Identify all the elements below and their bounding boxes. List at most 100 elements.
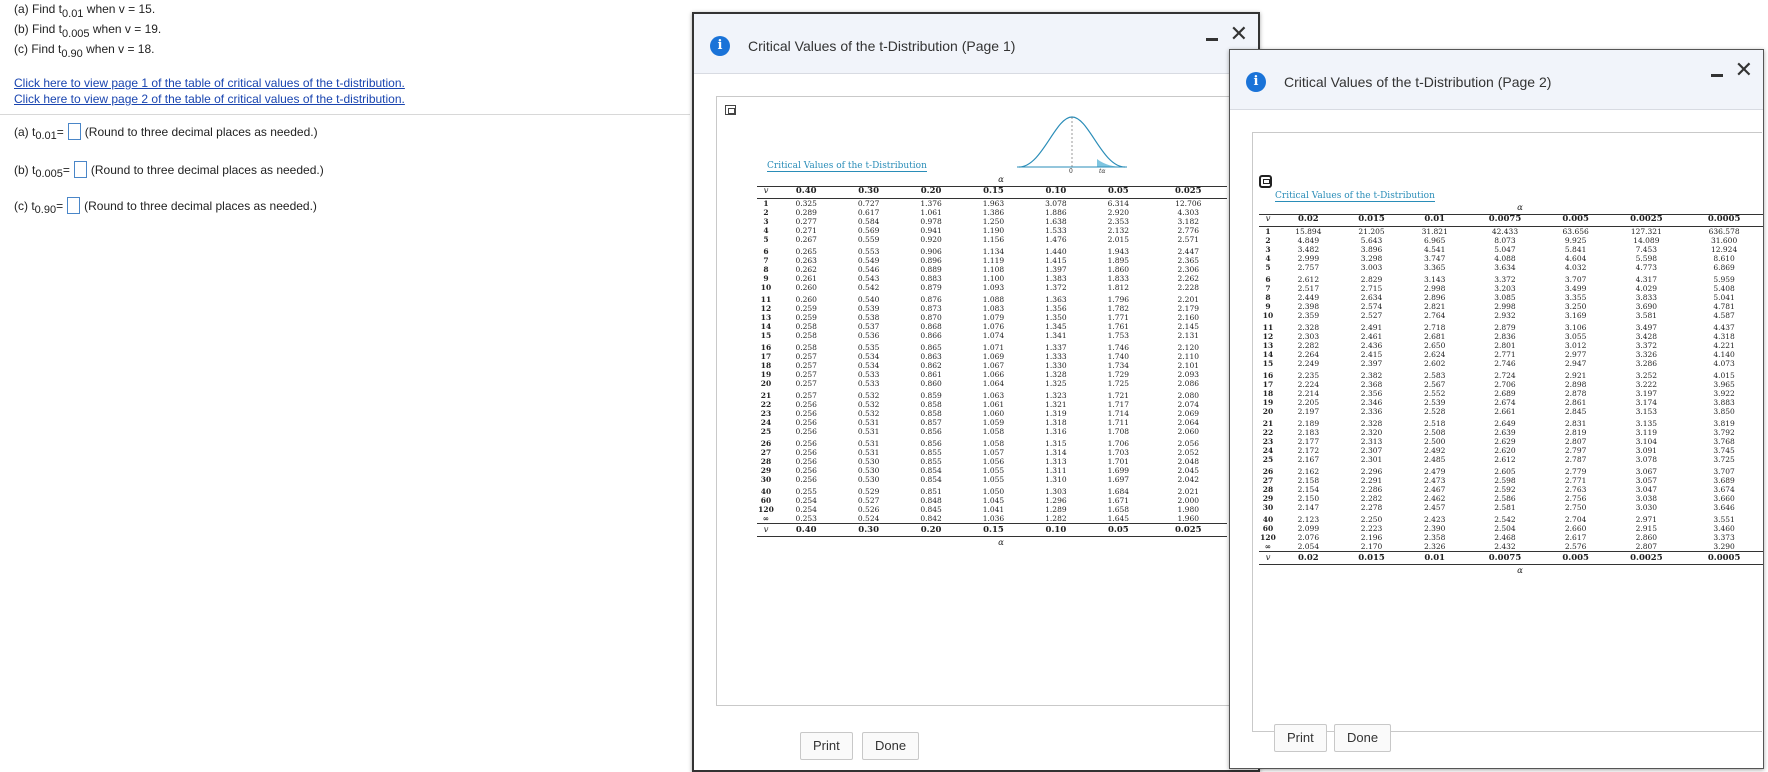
table-cell: 4 xyxy=(763,226,769,236)
table-cell: 0.569 xyxy=(857,226,880,236)
table-cell: 2.461 xyxy=(1360,331,1383,341)
table-cell: 18 xyxy=(1262,388,1274,398)
table-cell: 2.326 xyxy=(1423,542,1446,552)
answer-b-input[interactable] xyxy=(73,161,87,178)
table-row: 18 2.214 2.356 2.552 2.689 2.878 3.197 3.922 xyxy=(1259,389,1763,398)
table-cell: 2.921 xyxy=(1564,370,1587,380)
table-cell: 2.539 xyxy=(1423,398,1446,408)
table-cell: 2.998 xyxy=(1494,302,1516,312)
table-cell: 3.326 xyxy=(1635,350,1658,360)
table-cell: 3.290 xyxy=(1713,542,1735,552)
table-cell: 21 xyxy=(760,390,772,400)
table-cell: 0.876 xyxy=(920,294,942,304)
table-row: 3 3.482 3.896 4.541 5.047 5.841 7.453 12.924 xyxy=(1259,245,1763,254)
table-cell: 1.734 xyxy=(1107,360,1130,370)
table-row: 5 0.267 0.559 0.920 1.156 1.476 2.015 2.571 xyxy=(757,235,1227,244)
table-cell: 0.259 xyxy=(795,312,817,322)
table-row: 27 2.158 2.291 2.473 2.598 2.771 3.057 3.689 xyxy=(1259,476,1763,485)
table-cell: 0.263 xyxy=(795,255,817,265)
table-cell: 2.542 xyxy=(1494,514,1516,524)
table-row: 16 0.258 0.535 0.865 1.071 1.337 1.746 2.120 xyxy=(757,341,1227,352)
table-cell: 3.745 xyxy=(1713,446,1735,456)
table-cell: 0.920 xyxy=(920,235,942,245)
table-cell: 0.256 xyxy=(795,418,817,428)
table-cell: 2.776 xyxy=(1177,226,1199,236)
expand-icon[interactable] xyxy=(725,105,736,115)
table-cell: 2.634 xyxy=(1360,292,1383,302)
table-cell: 2.436 xyxy=(1360,340,1383,350)
table-cell: 0.553 xyxy=(857,246,880,256)
table-cell: 3.819 xyxy=(1713,418,1735,428)
table-row: 15 0.258 0.536 0.866 1.074 1.341 1.753 2.131 xyxy=(757,331,1227,340)
alpha-column-footer: 0.20 xyxy=(899,523,963,538)
alpha-column-footer: 0.10 xyxy=(1024,523,1088,538)
table-cell: 2.123 xyxy=(1297,514,1320,524)
print-button[interactable]: Print xyxy=(800,732,853,760)
table-cell: 2.397 xyxy=(1360,359,1383,369)
table-cell: 1.714 xyxy=(1107,408,1130,418)
done-button[interactable]: Done xyxy=(1334,724,1392,752)
table-cell: 6 xyxy=(763,246,769,256)
minimize-icon[interactable] xyxy=(1206,38,1218,41)
minimize-icon[interactable] xyxy=(1711,74,1723,77)
table-cell: 1.310 xyxy=(1045,475,1067,485)
table-cell: 2.998 xyxy=(1423,283,1446,293)
table-cell: 5.408 xyxy=(1713,283,1735,293)
info-icon: i xyxy=(710,36,730,56)
table-cell: 0.256 xyxy=(795,475,817,485)
table-cell: 0.258 xyxy=(795,342,817,352)
table-cell: 1.100 xyxy=(982,274,1005,284)
table-cell: 2.170 xyxy=(1360,542,1383,552)
table-cell: 25 xyxy=(1262,455,1274,465)
table-cell: 1.341 xyxy=(1045,331,1067,341)
table-cell: 0.257 xyxy=(795,360,817,370)
table-cell: 17 xyxy=(1262,379,1274,389)
table-cell: 0.535 xyxy=(857,342,880,352)
table-cell: 2.262 xyxy=(1177,274,1199,284)
table-cell: 3.725 xyxy=(1713,455,1735,465)
table-cell: 2.313 xyxy=(1360,436,1383,446)
table-cell: 2.787 xyxy=(1564,455,1587,465)
table-cell: 2.504 xyxy=(1494,523,1516,533)
table-cell: 5.598 xyxy=(1635,254,1658,264)
table-row: 7 2.517 2.715 2.998 3.203 3.499 4.029 5.408 xyxy=(1259,284,1763,293)
expand-icon[interactable] xyxy=(1259,175,1272,188)
table-cell: 60 xyxy=(1262,523,1274,533)
table-row: 21 2.189 2.328 2.518 2.649 2.831 3.135 3.819 xyxy=(1259,417,1763,428)
answer-c-input[interactable] xyxy=(67,197,81,214)
table-row: 21 0.257 0.532 0.859 1.063 1.323 1.721 2.080 xyxy=(757,389,1227,400)
table-cell: 0.530 xyxy=(857,466,880,476)
table-cell: 4.849 xyxy=(1297,235,1320,245)
table-cell: 3.850 xyxy=(1713,407,1735,417)
alpha-column-header: 0.30 xyxy=(837,185,900,199)
table-cell: 5 xyxy=(1265,263,1271,273)
done-button[interactable]: Done xyxy=(862,732,920,760)
table-cell: 2.947 xyxy=(1564,359,1587,369)
table-cell: 1.064 xyxy=(982,379,1005,389)
table-cell: 0.883 xyxy=(920,274,942,284)
dialog-page-1-titlebar[interactable]: i Critical Values of the t-Distribution … xyxy=(694,14,1258,74)
table-cell: 3.106 xyxy=(1564,322,1587,332)
dialog-page-2-titlebar[interactable]: i Critical Values of the t-Distribution … xyxy=(1230,50,1763,110)
table-cell: 3 xyxy=(763,216,769,226)
table-cell: 2.320 xyxy=(1360,427,1383,437)
answer-a-input[interactable] xyxy=(67,123,81,140)
table-cell: 2.771 xyxy=(1494,350,1516,360)
table-cell: 27 xyxy=(760,447,772,457)
table-cell: 1.860 xyxy=(1107,264,1130,274)
link-table-page-1[interactable]: Click here to view page 1 of the table o… xyxy=(14,76,405,90)
print-button[interactable]: Print xyxy=(1274,724,1327,752)
table-cell: 12 xyxy=(1262,331,1274,341)
table-row: 29 2.150 2.282 2.462 2.586 2.756 3.038 3.660 xyxy=(1259,494,1763,503)
table-cell: 2.201 xyxy=(1177,294,1199,304)
table-cell: 1.740 xyxy=(1107,351,1130,361)
table-cell: 2.491 xyxy=(1360,322,1383,332)
table-cell: 2.328 xyxy=(1360,418,1383,428)
alpha-footer: α xyxy=(998,537,1004,548)
table-cell: 0.531 xyxy=(857,438,880,448)
close-icon[interactable]: ✕ xyxy=(1735,60,1753,82)
link-table-page-2[interactable]: Click here to view page 2 of the table o… xyxy=(14,92,405,106)
table-cell: 3.372 xyxy=(1635,340,1658,350)
close-icon[interactable]: ✕ xyxy=(1230,24,1248,46)
table-cell: 0.862 xyxy=(920,360,942,370)
